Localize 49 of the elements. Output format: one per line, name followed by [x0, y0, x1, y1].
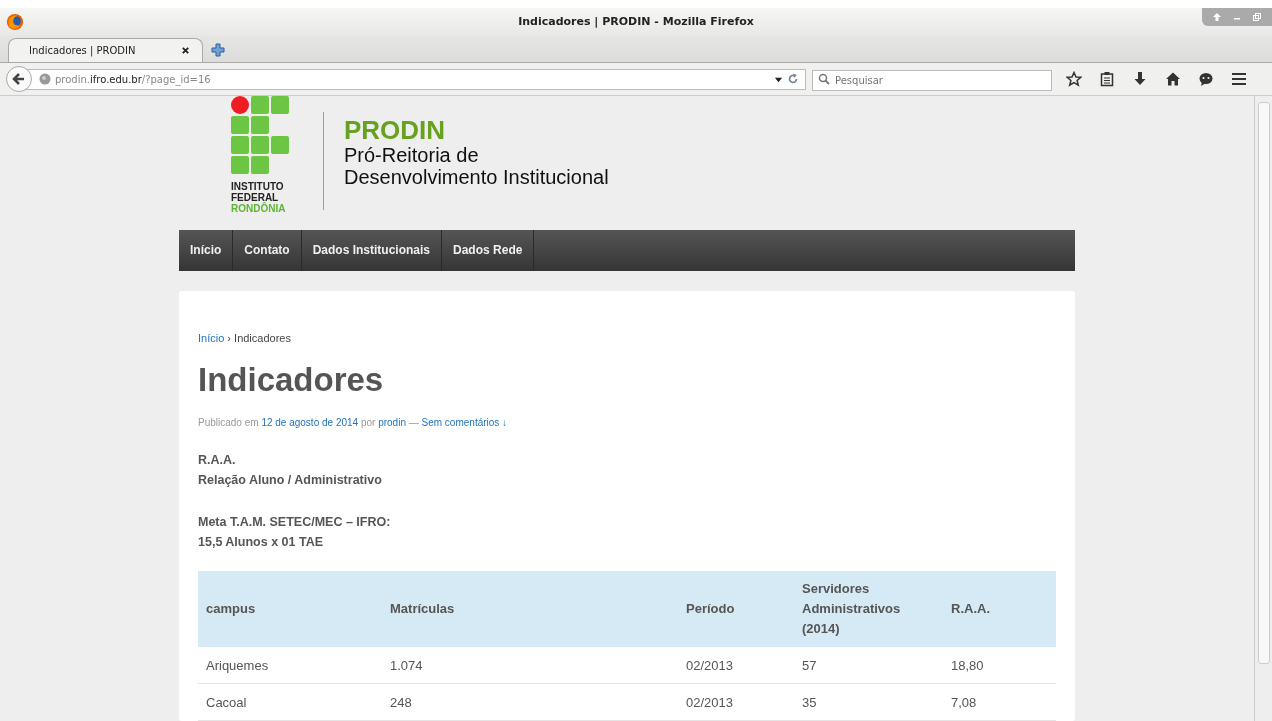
address-bar[interactable]: prodin.ifro.edu.br/?page_id=16 [26, 68, 806, 90]
browser-tab[interactable]: Indicadores | PRODIN [8, 38, 203, 62]
search-field[interactable]: Pesquisar [812, 69, 1052, 91]
table-cell: 1.074 [382, 647, 678, 684]
date-link[interactable]: 12 de agosto de 2014 [261, 417, 359, 428]
window-title: Indicadores | PRODIN - Mozilla Firefox [518, 15, 754, 28]
column-header: R.A.A. [943, 571, 1056, 647]
table-cell: 18,80 [943, 647, 1056, 684]
table-cell: Cacoal [198, 683, 382, 721]
column-header: Matrículas [382, 571, 678, 647]
scrollbar[interactable] [1254, 96, 1272, 721]
column-header: Servidores Administrativos (2014) [794, 571, 943, 647]
paragraph: R.A.A. Relação Aluno / Administrativo [198, 452, 383, 489]
institute-logo[interactable]: INSTITUTO FEDERAL RONDÔNIA [231, 96, 299, 230]
menu-item[interactable]: Dados Institucionais [301, 229, 443, 271]
post-title: Indicadores [198, 361, 385, 399]
download-icon[interactable] [1132, 71, 1148, 87]
table-cell: 02/2013 [678, 647, 794, 684]
paragraph: Meta T.A.M. SETEC/MEC – IFRO: 15,5 Alunos x 01 TAE [198, 514, 392, 551]
table-cell: Ariquemes [198, 647, 382, 684]
author-link[interactable]: prodin [378, 417, 406, 428]
menu-item[interactable]: Início [179, 229, 234, 271]
close-icon[interactable] [181, 46, 190, 55]
reload-icon[interactable] [787, 73, 799, 85]
url-text: prodin.ifro.edu.br/?page_id=16 [55, 73, 211, 85]
tab-title: Indicadores | PRODIN [29, 45, 136, 56]
column-header: campus [198, 571, 382, 647]
chat-icon[interactable] [1198, 71, 1214, 87]
table-cell: 35 [794, 683, 943, 721]
back-arrow-icon [12, 72, 26, 86]
table-cell: 7,08 [943, 683, 1056, 721]
menu-icon[interactable] [1231, 71, 1247, 87]
home-icon[interactable] [1165, 71, 1181, 87]
table-cell: 02/2013 [678, 683, 794, 721]
comments-link[interactable]: Sem comentários ↓ [421, 417, 508, 428]
star-icon[interactable] [1066, 71, 1082, 87]
menu-item[interactable]: Dados Rede [442, 229, 535, 271]
menu-item[interactable]: Contato [233, 229, 302, 271]
column-header: Período [678, 571, 794, 647]
breadcrumb-link[interactable]: Início [198, 332, 225, 344]
browser-logo-icon [6, 12, 24, 31]
new-tab-icon[interactable] [211, 43, 225, 57]
clipboard-icon[interactable] [1099, 71, 1115, 87]
post-meta: Publicado em 12 de agosto de 2014 por prodin — Sem comentários ↓ [198, 417, 509, 428]
back-button[interactable] [6, 66, 32, 92]
breadcrumb: Início › Indicadores [198, 332, 292, 344]
table-cell: 248 [382, 683, 678, 721]
table-cell: 57 [794, 647, 943, 684]
site-subtitle: Pró-Reitoria de Desenvolvimento Institucional [344, 144, 609, 188]
